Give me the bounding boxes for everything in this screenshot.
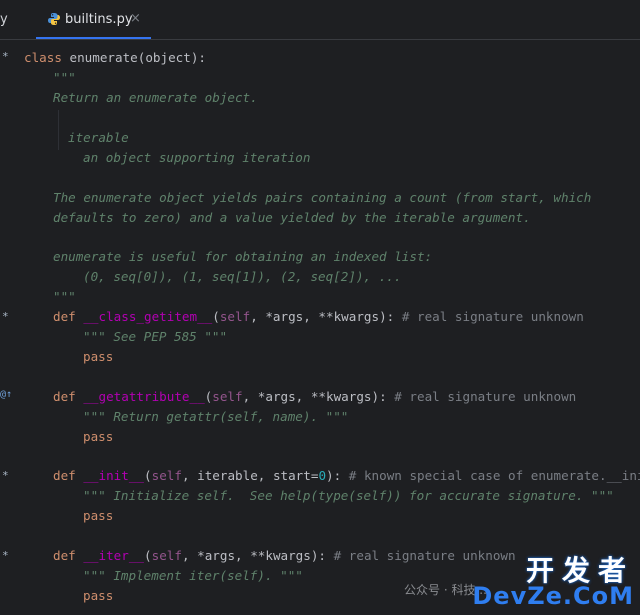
tab-previous[interactable]: y — [0, 12, 8, 27]
watermark-site: DevZe.CoM — [472, 582, 634, 610]
code-line-pass: pass — [83, 429, 114, 444]
tab-builtins-py[interactable]: builtins.py × — [36, 0, 151, 39]
code-line-docstring: defaults to zero) and a value yielded by… — [53, 210, 531, 225]
code-line-def-init: def __init__(self, iterable, start=0): #… — [53, 468, 640, 483]
code-line-pass: pass — [83, 508, 114, 523]
indent-guide — [58, 110, 59, 150]
watermark: 公众号 · 科技... 开发者 DevZe.CoM — [404, 547, 640, 615]
code-line-docstring: """ See PEP 585 """ — [83, 329, 228, 344]
code-line-docstring: """ Initialize self. See help(type(self)… — [83, 488, 614, 503]
gutter-mark[interactable]: * — [2, 50, 9, 63]
code-line-docstring: enumerate is useful for obtaining an ind… — [53, 249, 433, 264]
gutter-mark[interactable]: * — [2, 310, 9, 323]
gutter-mark[interactable]: * — [2, 469, 9, 482]
editor-gutter: * * @↑ * * — [0, 40, 14, 615]
code-line-docstring: an object supporting iteration — [83, 150, 311, 165]
close-icon[interactable]: × — [130, 11, 141, 26]
code-line-docstring: """ Return getattr(self, name). """ — [83, 409, 349, 424]
code-line-def-getattribute: def __getattribute__(self, *args, **kwar… — [53, 389, 577, 404]
code-editor[interactable]: * * @↑ * * class enumerate(object): """ … — [0, 40, 640, 615]
code-line-def-class-getitem: def __class_getitem__(self, *args, **kwa… — [53, 309, 584, 324]
gutter-mark[interactable]: * — [2, 549, 9, 562]
code-line-docstring-open: """ — [53, 70, 76, 85]
code-line-pass: pass — [83, 588, 114, 603]
code-line-class: class enumerate(object): — [24, 50, 206, 65]
code-line-docstring: The enumerate object yields pairs contai… — [53, 190, 592, 205]
code-line-docstring: (0, seq[0]), (1, seq[1]), (2, seq[2]), .… — [83, 269, 402, 284]
code-line-pass: pass — [83, 349, 114, 364]
editor-tab-bar: y builtins.py × — [0, 0, 640, 40]
python-file-icon — [48, 13, 60, 25]
code-line-docstring: iterable — [68, 130, 129, 145]
code-line-docstring: Return an enumerate object. — [53, 90, 258, 105]
code-line-docstring: """ Implement iter(self). """ — [83, 568, 303, 583]
tab-label: builtins.py — [65, 12, 133, 27]
code-line-docstring-close: """ — [53, 289, 76, 304]
override-icon[interactable]: @↑ — [0, 389, 12, 400]
